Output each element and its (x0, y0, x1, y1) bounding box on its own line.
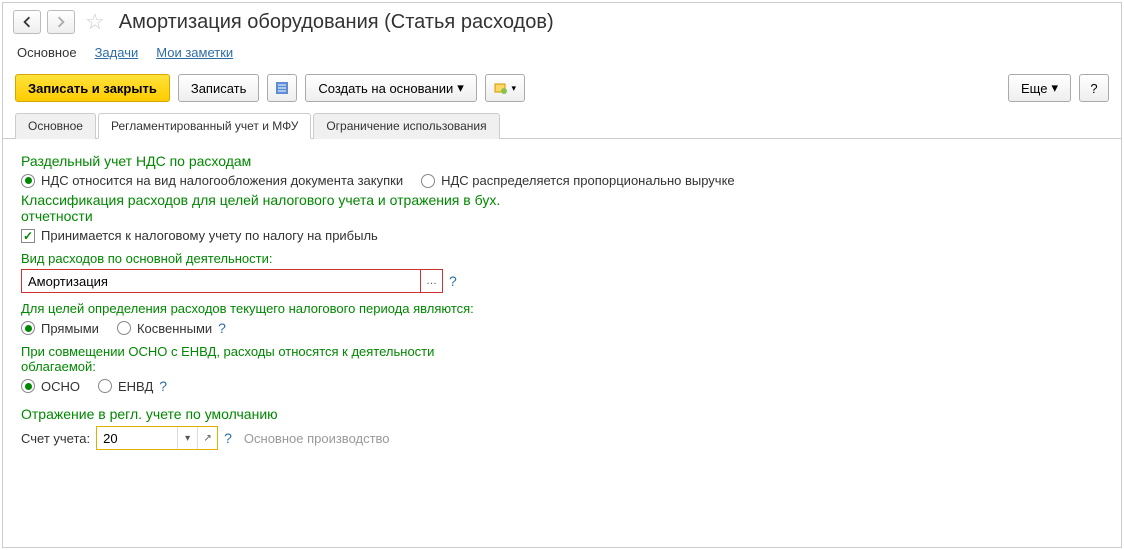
toptab-main[interactable]: Основное (17, 45, 77, 60)
tab-main[interactable]: Основное (15, 113, 96, 139)
attach-button[interactable]: ▾ (485, 74, 525, 102)
top-tabs: Основное Задачи Мои заметки (3, 41, 1121, 68)
toptab-tasks[interactable]: Задачи (95, 45, 139, 60)
account-label: Счет учета: (21, 431, 90, 446)
form-content: Раздельный учет НДС по расходам НДС отно… (3, 139, 1121, 464)
account-open[interactable]: ↗ (197, 427, 217, 449)
radio-vat-doc[interactable] (21, 174, 35, 188)
tab-reg-accounting[interactable]: Регламентированный учет и МФУ (98, 113, 311, 139)
account-input-group: ▾ ↗ (96, 426, 218, 450)
radio-direct-label: Прямыми (41, 321, 99, 336)
section-vat-split: Раздельный учет НДС по расходам (21, 153, 1103, 169)
osno-envd-label: При совмещении ОСНО с ЕНВД, расходы отно… (21, 344, 441, 374)
period-help[interactable]: ? (218, 320, 226, 336)
osno-envd-help[interactable]: ? (159, 378, 167, 394)
checkbox-profit-tax-label: Принимается к налоговому учету по налогу… (41, 228, 378, 243)
back-button[interactable] (13, 10, 41, 34)
create-based-button[interactable]: Создать на основании ▾ (305, 74, 476, 102)
account-help[interactable]: ? (224, 430, 232, 446)
more-label: Еще (1021, 81, 1047, 96)
section-classification: Классификация расходов для целей налогов… (21, 192, 541, 224)
radio-vat-revenue[interactable] (421, 174, 435, 188)
window: ☆ Амортизация оборудования (Статья расхо… (2, 2, 1122, 548)
help-button[interactable]: ? (1079, 74, 1109, 102)
header: ☆ Амортизация оборудования (Статья расхо… (3, 3, 1121, 41)
radio-vat-doc-label: НДС относится на вид налогообложения док… (41, 173, 403, 188)
chevron-down-icon: ▾ (512, 83, 517, 94)
radio-osno-label: ОСНО (41, 379, 80, 394)
save-button[interactable]: Записать (178, 74, 260, 102)
chevron-down-icon: ▾ (457, 80, 464, 96)
checkbox-profit-tax[interactable] (21, 229, 35, 243)
more-button[interactable]: Еще ▾ (1008, 74, 1071, 102)
toptab-notes[interactable]: Мои заметки (156, 45, 233, 60)
expense-type-label: Вид расходов по основной деятельности: (21, 251, 1103, 266)
expense-type-help[interactable]: ? (449, 273, 457, 289)
account-hint: Основное производство (244, 431, 390, 446)
section-reg-reflect: Отражение в регл. учете по умолчанию (21, 406, 1103, 422)
tab-restriction[interactable]: Ограничение использования (313, 113, 499, 139)
radio-envd-label: ЕНВД (118, 379, 153, 394)
page-title: Амортизация оборудования (Статья расходо… (119, 11, 554, 34)
radio-indirect-label: Косвенными (137, 321, 212, 336)
radio-direct[interactable] (21, 321, 35, 335)
account-dropdown[interactable]: ▾ (177, 427, 197, 449)
chevron-down-icon: ▾ (1051, 80, 1058, 96)
toolbar: Записать и закрыть Записать Создать на о… (3, 68, 1121, 108)
list-icon-button[interactable] (267, 74, 297, 102)
account-input[interactable] (97, 427, 177, 449)
radio-osno[interactable] (21, 379, 35, 393)
form-tabs: Основное Регламентированный учет и МФУ О… (3, 112, 1121, 139)
forward-button[interactable] (47, 10, 75, 34)
period-label: Для целей определения расходов текущего … (21, 301, 481, 316)
expense-type-input[interactable] (21, 269, 421, 293)
favorite-icon[interactable]: ☆ (85, 9, 105, 35)
radio-vat-revenue-label: НДС распределяется пропорционально выруч… (441, 173, 735, 188)
radio-indirect[interactable] (117, 321, 131, 335)
radio-envd[interactable] (98, 379, 112, 393)
create-based-label: Создать на основании (318, 81, 453, 96)
save-close-button[interactable]: Записать и закрыть (15, 74, 170, 102)
expense-type-lookup[interactable]: … (421, 269, 443, 293)
